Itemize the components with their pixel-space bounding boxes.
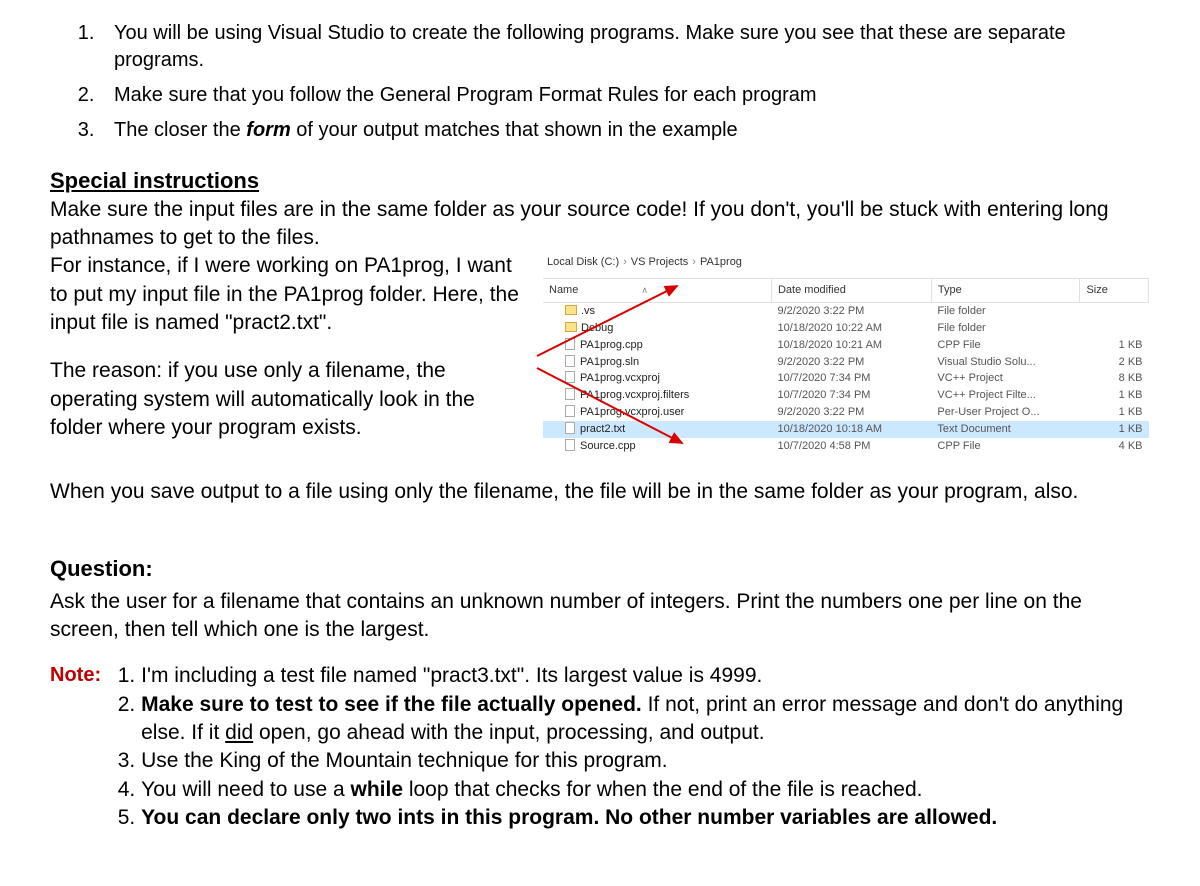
file-size: 1 KB <box>1080 404 1149 421</box>
folder-icon <box>565 305 577 315</box>
chevron-right-icon: › <box>688 256 700 268</box>
instruction-3: The closer the form of your output match… <box>100 117 1150 144</box>
instruction-2-text: Make sure that you follow the General Pr… <box>114 84 817 106</box>
note-list: I'm including a test file named "pract3.… <box>101 662 1150 832</box>
file-date: 10/18/2020 10:18 AM <box>771 421 931 438</box>
table-row[interactable]: PA1prog.cpp10/18/2020 10:21 AMCPP File1 … <box>543 337 1149 354</box>
note-3: Use the King of the Mountain technique f… <box>141 747 1150 775</box>
file-size: 2 KB <box>1080 354 1149 371</box>
question-body: Ask the user for a filename that contain… <box>50 588 1150 645</box>
file-size <box>1080 320 1149 337</box>
file-name: PA1prog.vcxproj.user <box>543 404 771 421</box>
file-date: 10/7/2020 4:58 PM <box>771 438 931 455</box>
chevron-right-icon: › <box>619 256 631 268</box>
file-explorer-window: Local Disk (C:)›VS Projects›PA1prog Name… <box>542 252 1150 455</box>
breadcrumb-2[interactable]: VS Projects <box>631 256 688 268</box>
question-heading: Question: <box>50 554 1150 584</box>
folder-icon <box>565 322 577 332</box>
file-size <box>1080 303 1149 320</box>
file-name: Debug <box>543 320 771 337</box>
file-name: PA1prog.vcxproj <box>543 370 771 387</box>
col-type[interactable]: Type <box>931 279 1080 303</box>
file-type: File folder <box>931 320 1080 337</box>
breadcrumb-3[interactable]: PA1prog <box>700 256 742 268</box>
instruction-1-text: You will be using Visual Studio to creat… <box>114 22 1066 71</box>
file-table: Name ∧ Date modified Type Size .vs9/2/20… <box>543 278 1149 454</box>
breadcrumb-1[interactable]: Local Disk (C:) <box>547 256 619 268</box>
file-name: PA1prog.vcxproj.filters <box>543 387 771 404</box>
file-type: VC++ Project Filte... <box>931 387 1080 404</box>
file-name: PA1prog.cpp <box>543 337 771 354</box>
file-date: 10/18/2020 10:22 AM <box>771 320 931 337</box>
instruction-3a: The closer the <box>114 119 246 141</box>
special-p2: For instance, if I were working on PA1pr… <box>50 252 530 337</box>
file-icon <box>565 405 575 417</box>
file-date: 10/7/2020 7:34 PM <box>771 387 931 404</box>
file-type: Text Document <box>931 421 1080 438</box>
file-type: Visual Studio Solu... <box>931 354 1080 371</box>
breadcrumb: Local Disk (C:)›VS Projects›PA1prog <box>543 253 1149 278</box>
instructions-list: You will be using Visual Studio to creat… <box>50 20 1150 144</box>
file-type: VC++ Project <box>931 370 1080 387</box>
file-date: 9/2/2020 3:22 PM <box>771 404 931 421</box>
file-icon <box>565 371 575 383</box>
file-name: .vs <box>543 303 771 320</box>
file-date: 10/18/2020 10:21 AM <box>771 337 931 354</box>
file-size: 8 KB <box>1080 370 1149 387</box>
file-date: 9/2/2020 3:22 PM <box>771 354 931 371</box>
col-size[interactable]: Size <box>1080 279 1149 303</box>
instruction-2: Make sure that you follow the General Pr… <box>100 82 1150 109</box>
table-row[interactable]: Source.cpp10/7/2020 4:58 PMCPP File4 KB <box>543 438 1149 455</box>
file-icon <box>565 388 575 400</box>
note-4: You will need to use a while loop that c… <box>141 776 1150 804</box>
table-row[interactable]: pract2.txt10/18/2020 10:18 AMText Docume… <box>543 421 1149 438</box>
file-name: PA1prog.sln <box>543 354 771 371</box>
file-size: 1 KB <box>1080 337 1149 354</box>
col-date[interactable]: Date modified <box>771 279 931 303</box>
file-table-header: Name ∧ Date modified Type Size <box>543 279 1149 303</box>
table-row[interactable]: .vs9/2/2020 3:22 PMFile folder <box>543 303 1149 320</box>
file-size: 4 KB <box>1080 438 1149 455</box>
file-icon <box>565 355 575 367</box>
file-size: 1 KB <box>1080 421 1149 438</box>
file-type: CPP File <box>931 337 1080 354</box>
file-size: 1 KB <box>1080 387 1149 404</box>
table-row[interactable]: PA1prog.vcxproj.user9/2/2020 3:22 PMPer-… <box>543 404 1149 421</box>
instruction-3c: of your output matches that shown in the… <box>291 119 738 141</box>
file-name: pract2.txt <box>543 421 771 438</box>
file-date: 9/2/2020 3:22 PM <box>771 303 931 320</box>
table-row[interactable]: PA1prog.vcxproj10/7/2020 7:34 PMVC++ Pro… <box>543 370 1149 387</box>
special-p1: Make sure the input files are in the sam… <box>50 196 1150 253</box>
table-row[interactable]: PA1prog.vcxproj.filters10/7/2020 7:34 PM… <box>543 387 1149 404</box>
special-instructions-heading: Special instructions <box>50 166 1150 196</box>
file-icon <box>565 439 575 451</box>
note-5: You can declare only two ints in this pr… <box>141 804 1150 832</box>
note-label: Note: <box>50 664 101 686</box>
file-type: File folder <box>931 303 1080 320</box>
file-date: 10/7/2020 7:34 PM <box>771 370 931 387</box>
file-icon <box>565 422 575 434</box>
instruction-1: You will be using Visual Studio to creat… <box>100 20 1150 74</box>
col-name[interactable]: Name ∧ <box>543 279 771 303</box>
file-icon <box>565 338 575 350</box>
file-type: CPP File <box>931 438 1080 455</box>
sort-asc-icon: ∧ <box>581 285 648 295</box>
special-p3: The reason: if you use only a filename, … <box>50 357 530 442</box>
file-type: Per-User Project O... <box>931 404 1080 421</box>
file-name: Source.cpp <box>543 438 771 455</box>
table-row[interactable]: PA1prog.sln9/2/2020 3:22 PMVisual Studio… <box>543 354 1149 371</box>
special-p4: When you save output to a file using onl… <box>50 478 1150 506</box>
note-1: I'm including a test file named "pract3.… <box>141 662 1150 690</box>
table-row[interactable]: Debug10/18/2020 10:22 AMFile folder <box>543 320 1149 337</box>
note-2: Make sure to test to see if the file act… <box>141 691 1150 748</box>
instruction-3b: form <box>246 119 290 141</box>
